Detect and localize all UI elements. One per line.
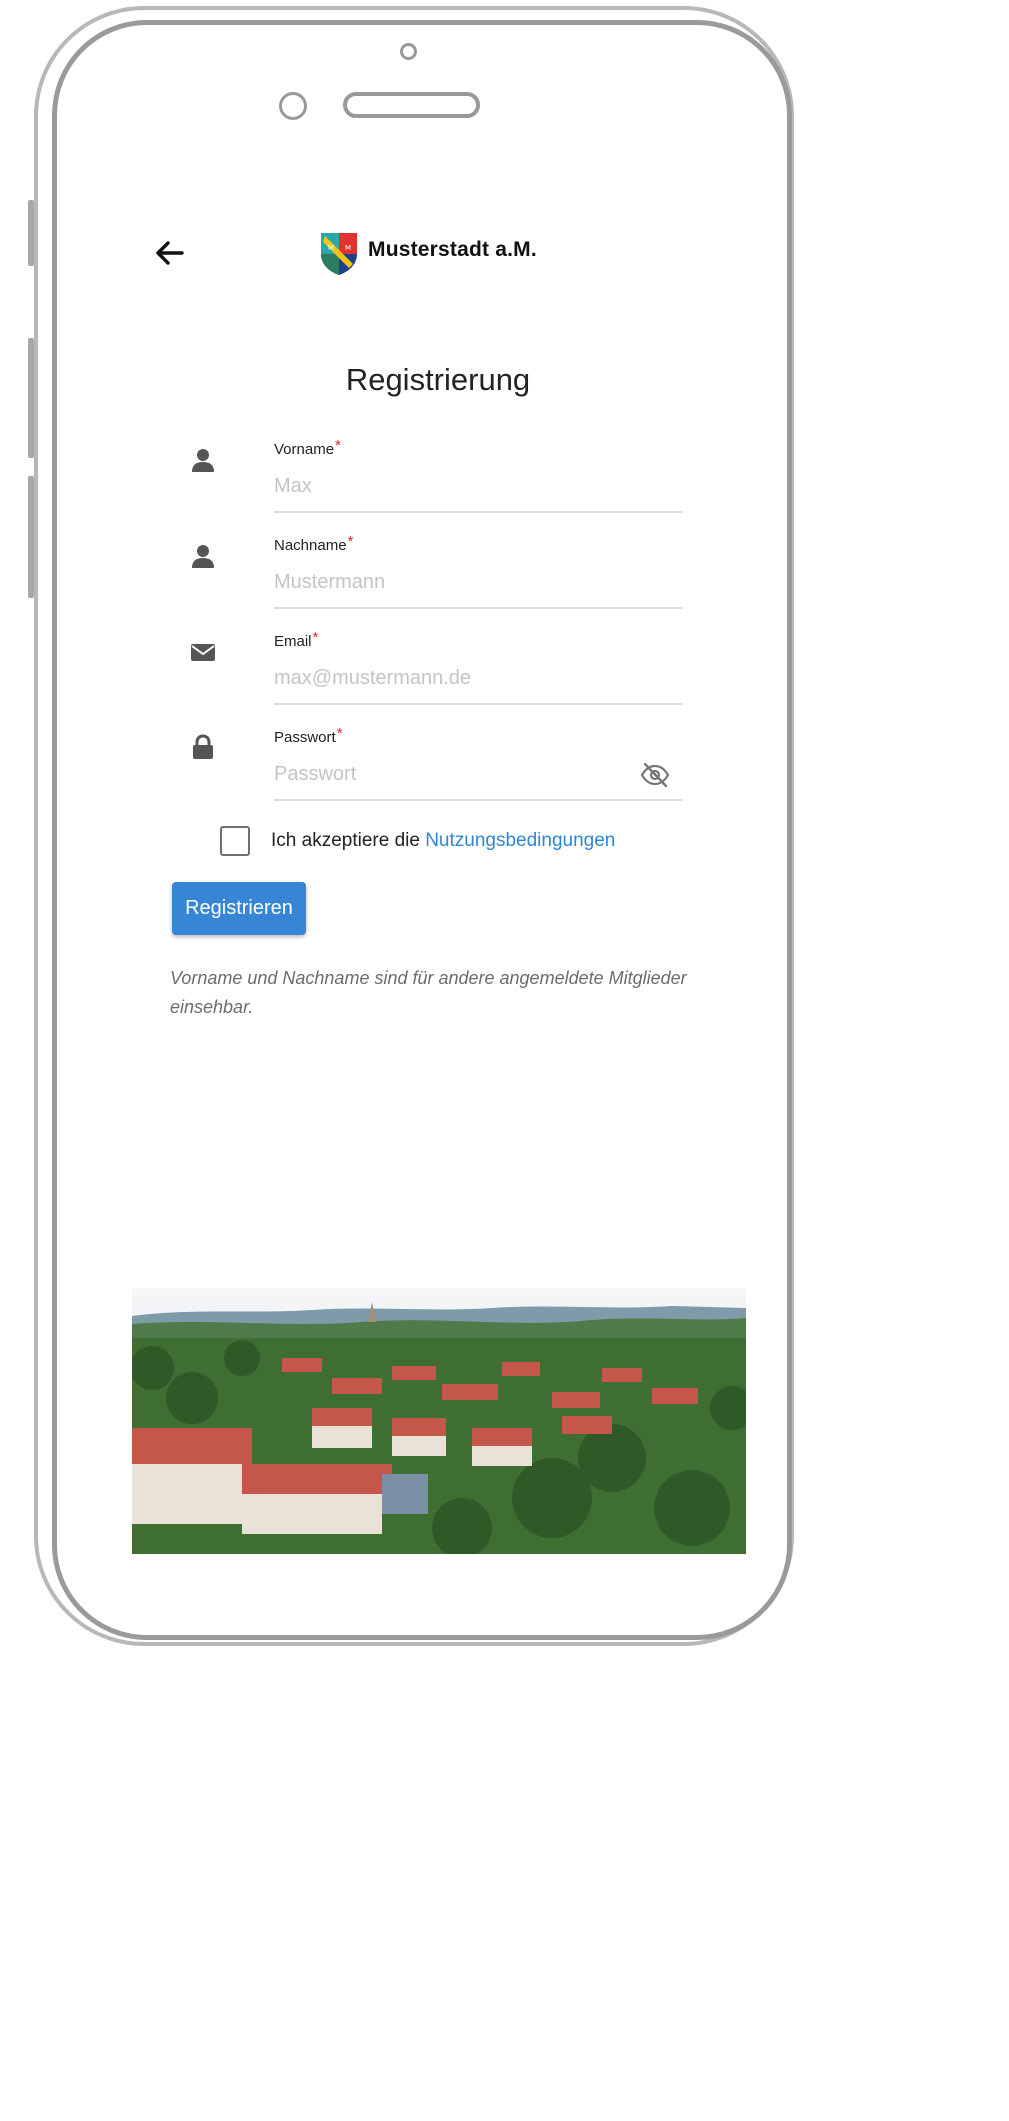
email-input[interactable]: max@mustermann.de [274, 667, 471, 690]
last-name-input[interactable]: Mustermann [274, 571, 385, 594]
first-name-input[interactable]: Max [274, 475, 312, 498]
eye-slash-icon[interactable] [639, 762, 671, 788]
email-label: Email* [274, 629, 319, 650]
register-button[interactable]: Registrieren [172, 882, 306, 935]
phone-speaker [343, 92, 480, 118]
terms-link[interactable]: Nutzungsbedingungen [425, 830, 615, 851]
lock-icon [190, 734, 216, 760]
svg-text:M: M [328, 244, 334, 252]
back-arrow-icon[interactable] [155, 238, 187, 268]
required-mark: * [347, 533, 354, 550]
input-underline [274, 703, 683, 705]
privacy-note: Vorname und Nachname sind für andere ang… [170, 968, 687, 1017]
svg-text:M: M [345, 244, 351, 252]
user-icon [190, 447, 216, 473]
terms-checkbox[interactable] [220, 826, 250, 856]
required-mark: * [335, 437, 341, 454]
input-underline [274, 511, 683, 513]
phone-camera-icon [400, 43, 417, 60]
input-underline [274, 607, 683, 609]
email-field[interactable]: Email* max@mustermann.de [274, 629, 683, 713]
required-mark: * [312, 629, 319, 646]
first-name-field[interactable]: Vorname* Max [274, 437, 683, 521]
town-panorama-image [132, 1288, 746, 1554]
input-underline [274, 799, 683, 801]
phone-side-button [28, 200, 34, 266]
phone-volume-up-button [28, 338, 34, 458]
password-field[interactable]: Passwort* Passwort [274, 725, 683, 809]
last-name-label: Nachname* [274, 533, 354, 554]
envelope-icon [190, 640, 216, 666]
phone-sensor-icon [279, 92, 307, 120]
last-name-field[interactable]: Nachname* Mustermann [274, 533, 683, 617]
password-label: Passwort* [274, 725, 343, 746]
phone-volume-down-button [28, 476, 34, 598]
password-input[interactable]: Passwort [274, 763, 356, 786]
terms-text: Ich akzeptiere die Nutzungsbedingungen [271, 830, 615, 852]
city-logo-icon: M M [320, 232, 358, 276]
required-mark: * [336, 725, 343, 742]
brand-name: Musterstadt a.M. [368, 238, 537, 261]
user-icon [190, 543, 216, 569]
first-name-label: Vorname* [274, 437, 341, 458]
terms-prefix: Ich akzeptiere die [271, 830, 420, 851]
page-title: Registrierung [345, 362, 531, 397]
